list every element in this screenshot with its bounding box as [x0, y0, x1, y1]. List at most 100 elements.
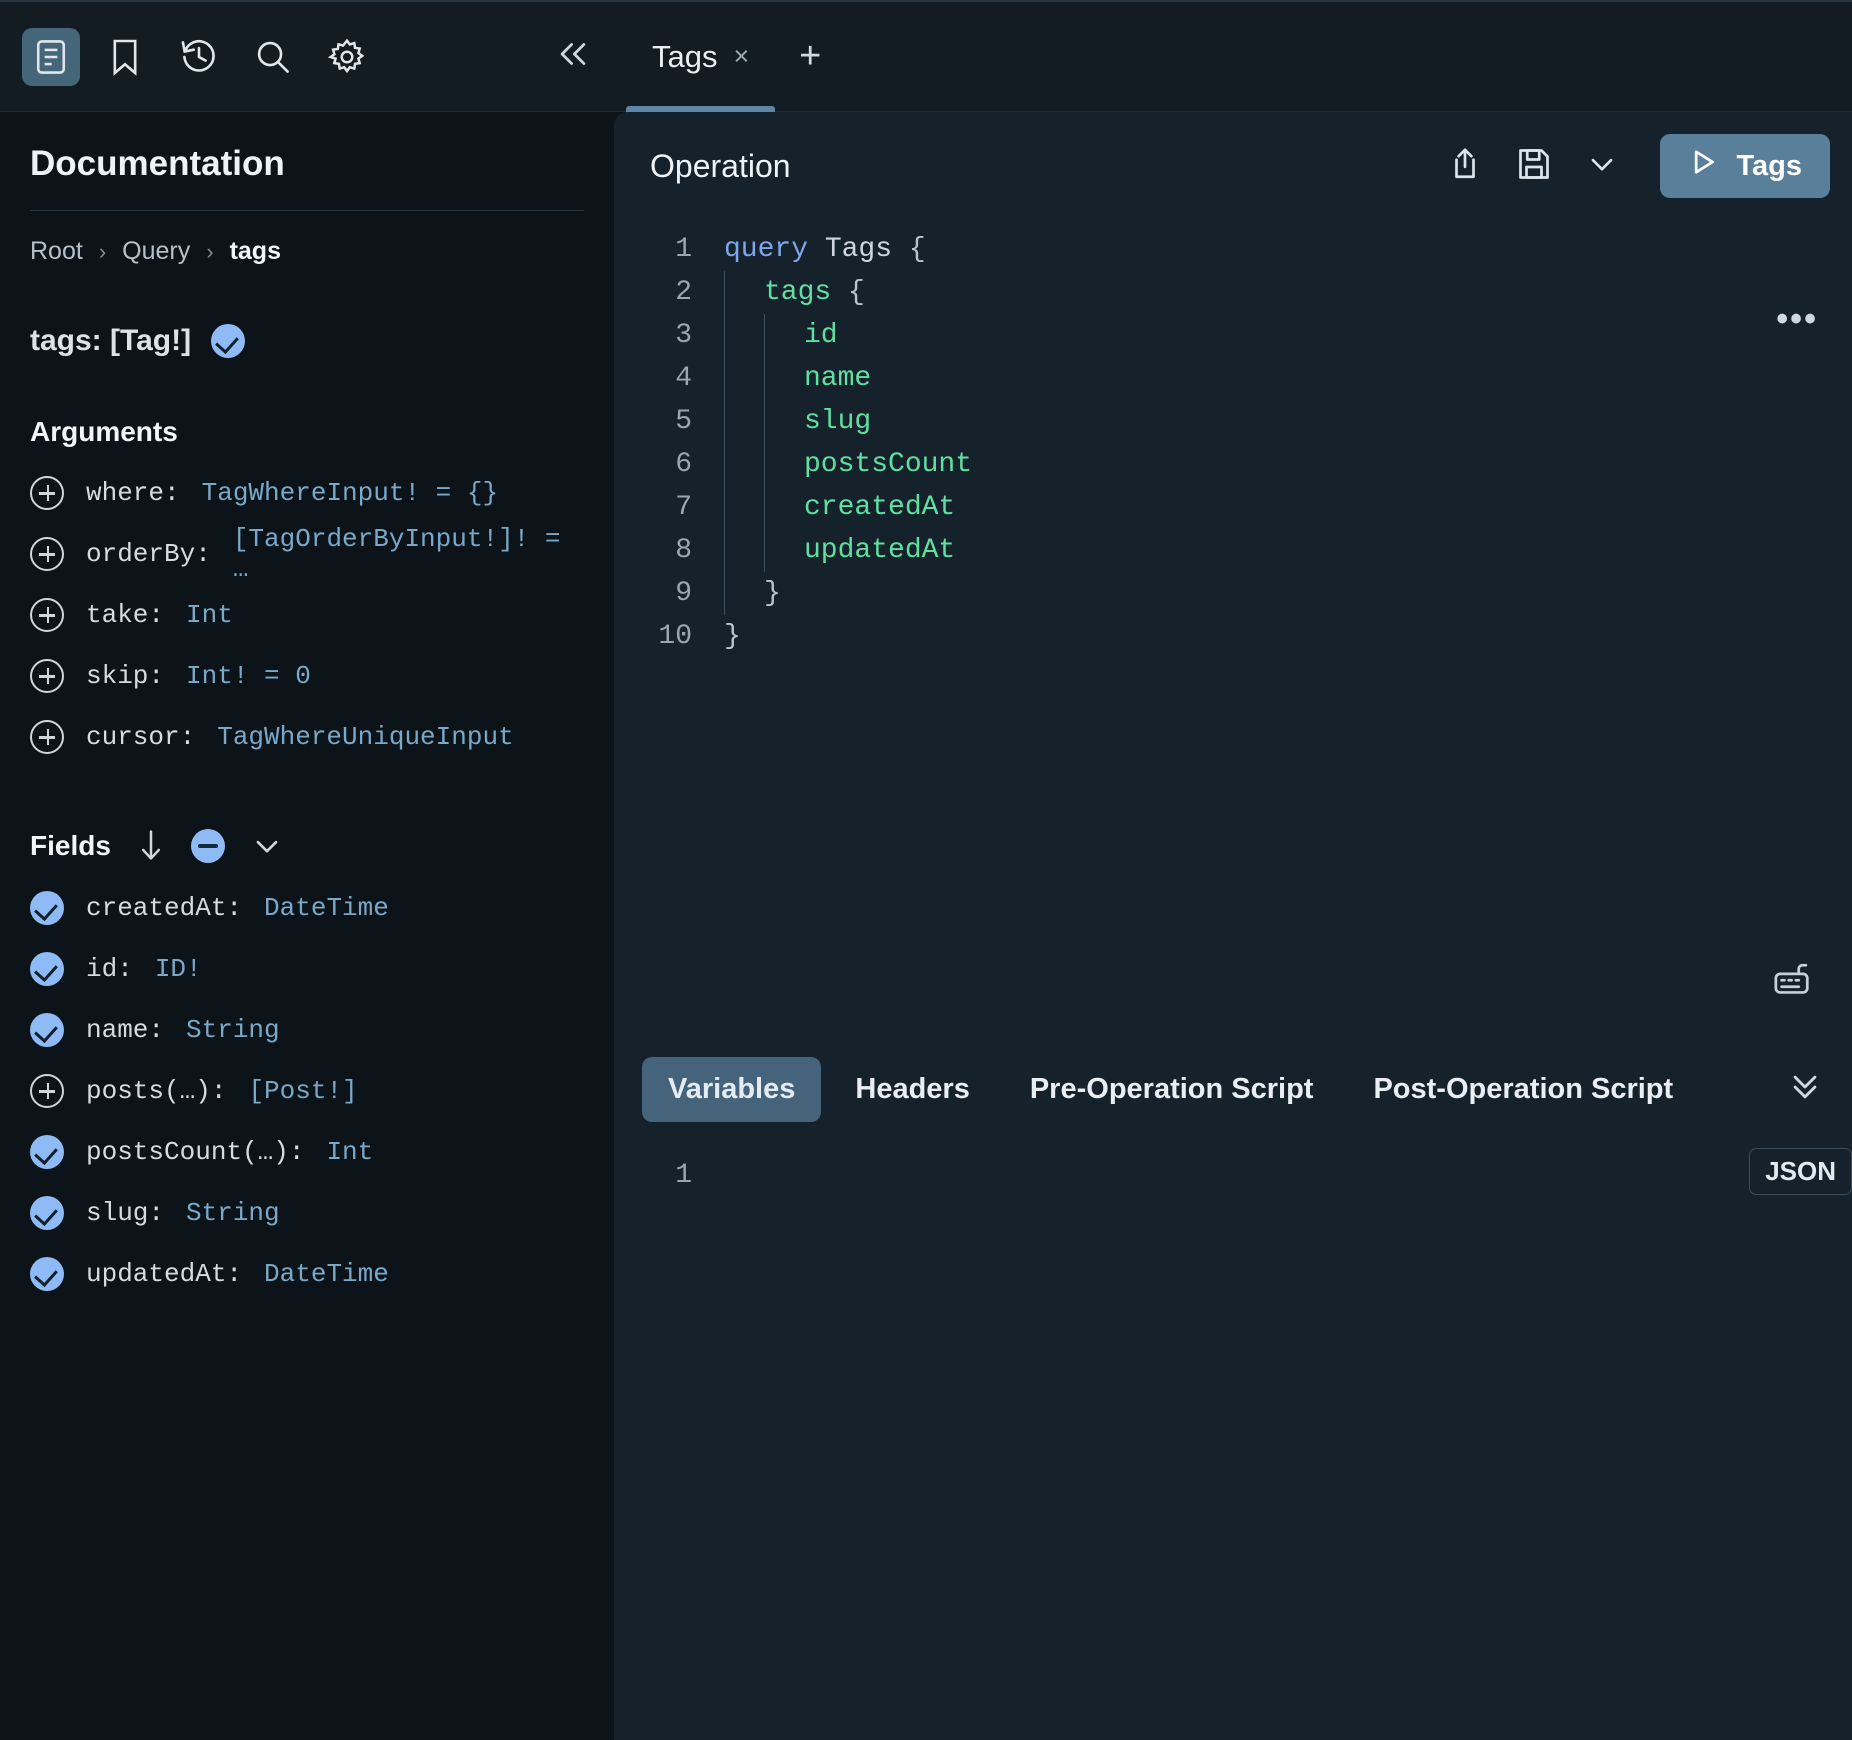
- save-button[interactable]: [1516, 146, 1552, 187]
- add-argument-icon[interactable]: [30, 658, 64, 693]
- breadcrumb-root[interactable]: Root: [30, 237, 83, 266]
- tool-icon-group: [0, 27, 376, 86]
- tab-label: Tags: [652, 38, 718, 74]
- field-row-updatedat[interactable]: updatedAt: DateTime: [30, 1243, 584, 1304]
- graphql-ide-window: Tags × + Documentation Root › Query › ta…: [0, 0, 1852, 1740]
- chevron-down-icon: [1586, 151, 1618, 182]
- argument-name: cursor:: [86, 721, 196, 752]
- chevron-double-left-icon: [555, 39, 591, 74]
- format-badge-json[interactable]: JSON: [1749, 1148, 1852, 1195]
- code-token: tags: [764, 277, 849, 308]
- field-name: createdAt:: [86, 892, 243, 923]
- tab-headers[interactable]: Headers: [829, 1057, 995, 1122]
- tab-tags[interactable]: Tags ×: [626, 1, 776, 113]
- field-row-posts[interactable]: posts(…): [Post!]: [30, 1060, 584, 1121]
- field-name: updatedAt:: [86, 1258, 243, 1289]
- field-checkbox-checked[interactable]: [30, 1195, 64, 1230]
- settings-icon-button[interactable]: [318, 28, 376, 86]
- field-checkbox-checked[interactable]: [30, 951, 64, 986]
- history-icon-button[interactable]: [170, 28, 228, 86]
- collapse-variables-button[interactable]: [1786, 1070, 1824, 1109]
- tab-post-operation-script[interactable]: Post-Operation Script: [1347, 1057, 1699, 1122]
- run-button-label: Tags: [1736, 149, 1802, 182]
- add-argument-icon[interactable]: [30, 475, 64, 510]
- field-row-slug[interactable]: slug: String: [30, 1182, 584, 1243]
- variables-editor[interactable]: JSON 1: [614, 1144, 1852, 1740]
- query-code[interactable]: 1 query Tags { 2 tags { 3 id 4 name 5 slug 6 p…: [614, 228, 1852, 658]
- argument-row-skip[interactable]: skip: Int! = 0: [30, 645, 584, 706]
- field-type: DateTime: [264, 1258, 389, 1289]
- argument-name: skip:: [86, 660, 165, 691]
- argument-row-orderby[interactable]: orderBy: [TagOrderByInput!]! = …: [30, 523, 584, 584]
- field-name: id:: [86, 953, 133, 984]
- field-type: String: [186, 1197, 280, 1228]
- add-argument-icon[interactable]: [30, 597, 64, 632]
- field-row-createdat[interactable]: createdAt: DateTime: [30, 877, 584, 938]
- field-row-postscount[interactable]: postsCount(…): Int: [30, 1121, 584, 1182]
- search-icon-button[interactable]: [244, 28, 302, 86]
- operation-menu-button[interactable]: [1586, 151, 1618, 182]
- tab-pre-operation-script[interactable]: Pre-Operation Script: [1004, 1057, 1340, 1122]
- field-selected-check-icon[interactable]: [211, 324, 246, 358]
- code-token: updatedAt: [804, 535, 956, 566]
- collapse-sidebar-button[interactable]: [548, 32, 598, 82]
- fields-heading: Fields: [30, 830, 111, 861]
- run-operation-button[interactable]: Tags: [1660, 134, 1830, 198]
- search-icon: [254, 38, 292, 76]
- query-editor[interactable]: ••• 1 query Tags { 2 tags { 3 id 4 name 5 slu…: [614, 220, 1852, 1034]
- page-title: Documentation: [30, 144, 285, 183]
- field-checkbox-unchecked[interactable]: [30, 1073, 64, 1108]
- sort-arrow-down-icon[interactable]: [137, 829, 165, 863]
- field-checkbox-checked[interactable]: [30, 1012, 64, 1047]
- variables-code[interactable]: 1: [614, 1144, 1852, 1197]
- code-token: }: [764, 578, 781, 609]
- docs-icon: [34, 38, 68, 76]
- keyboard-icon: [1770, 963, 1816, 1005]
- tab-variables[interactable]: Variables: [642, 1056, 822, 1122]
- argument-name: orderBy:: [86, 538, 211, 569]
- code-line: 1 query Tags {: [614, 228, 1852, 271]
- chevron-down-icon[interactable]: [251, 833, 283, 859]
- close-icon[interactable]: ×: [733, 43, 749, 70]
- bookmark-icon-button[interactable]: [96, 28, 154, 86]
- add-argument-icon[interactable]: [30, 719, 64, 754]
- chevron-right-icon: ›: [98, 238, 107, 264]
- argument-row-where[interactable]: where: TagWhereInput! = {}: [30, 462, 584, 523]
- editor-more-options-button[interactable]: •••: [1776, 300, 1818, 339]
- field-checkbox-checked[interactable]: [30, 890, 64, 925]
- breadcrumb-tags: tags: [229, 237, 281, 265]
- field-row-id[interactable]: id: ID!: [30, 938, 584, 999]
- argument-row-cursor[interactable]: cursor: TagWhereUniqueInput: [30, 706, 584, 767]
- argument-type: TagWhereInput! = {}: [201, 477, 499, 508]
- chevron-double-down-icon: [1786, 1070, 1824, 1109]
- code-line: 8 updatedAt: [614, 529, 1852, 572]
- docs-icon-button[interactable]: [22, 27, 80, 86]
- add-argument-icon[interactable]: [30, 536, 64, 571]
- field-row-name[interactable]: name: String: [30, 999, 584, 1060]
- code-line: 1: [614, 1154, 1852, 1197]
- line-number: 1: [675, 234, 692, 265]
- play-icon: [1688, 147, 1718, 185]
- field-signature-text: tags: [Tag!]: [30, 324, 192, 357]
- select-all-fields-checkbox[interactable]: [190, 829, 225, 863]
- share-icon: [1448, 145, 1482, 188]
- fields-header: Fields: [30, 829, 584, 863]
- code-token: }: [724, 621, 741, 652]
- field-name: slug:: [86, 1197, 165, 1228]
- share-button[interactable]: [1448, 145, 1482, 188]
- code-token: createdAt: [804, 492, 956, 523]
- keyboard-shortcuts-button[interactable]: [1770, 961, 1816, 1006]
- code-token: {: [848, 277, 865, 308]
- field-checkbox-checked[interactable]: [30, 1134, 64, 1169]
- bookmark-icon: [109, 38, 141, 76]
- breadcrumb-query[interactable]: Query: [122, 237, 190, 266]
- line-number: 2: [675, 277, 692, 308]
- argument-row-take[interactable]: take: Int: [30, 584, 584, 645]
- new-tab-button[interactable]: +: [775, 1, 845, 113]
- argument-name: where:: [86, 477, 180, 508]
- code-token: postsCount: [804, 449, 973, 480]
- code-line: 2 tags {: [614, 271, 1852, 314]
- code-token: id: [804, 320, 838, 351]
- field-checkbox-checked[interactable]: [30, 1256, 64, 1291]
- argument-type: TagWhereUniqueInput: [217, 721, 514, 752]
